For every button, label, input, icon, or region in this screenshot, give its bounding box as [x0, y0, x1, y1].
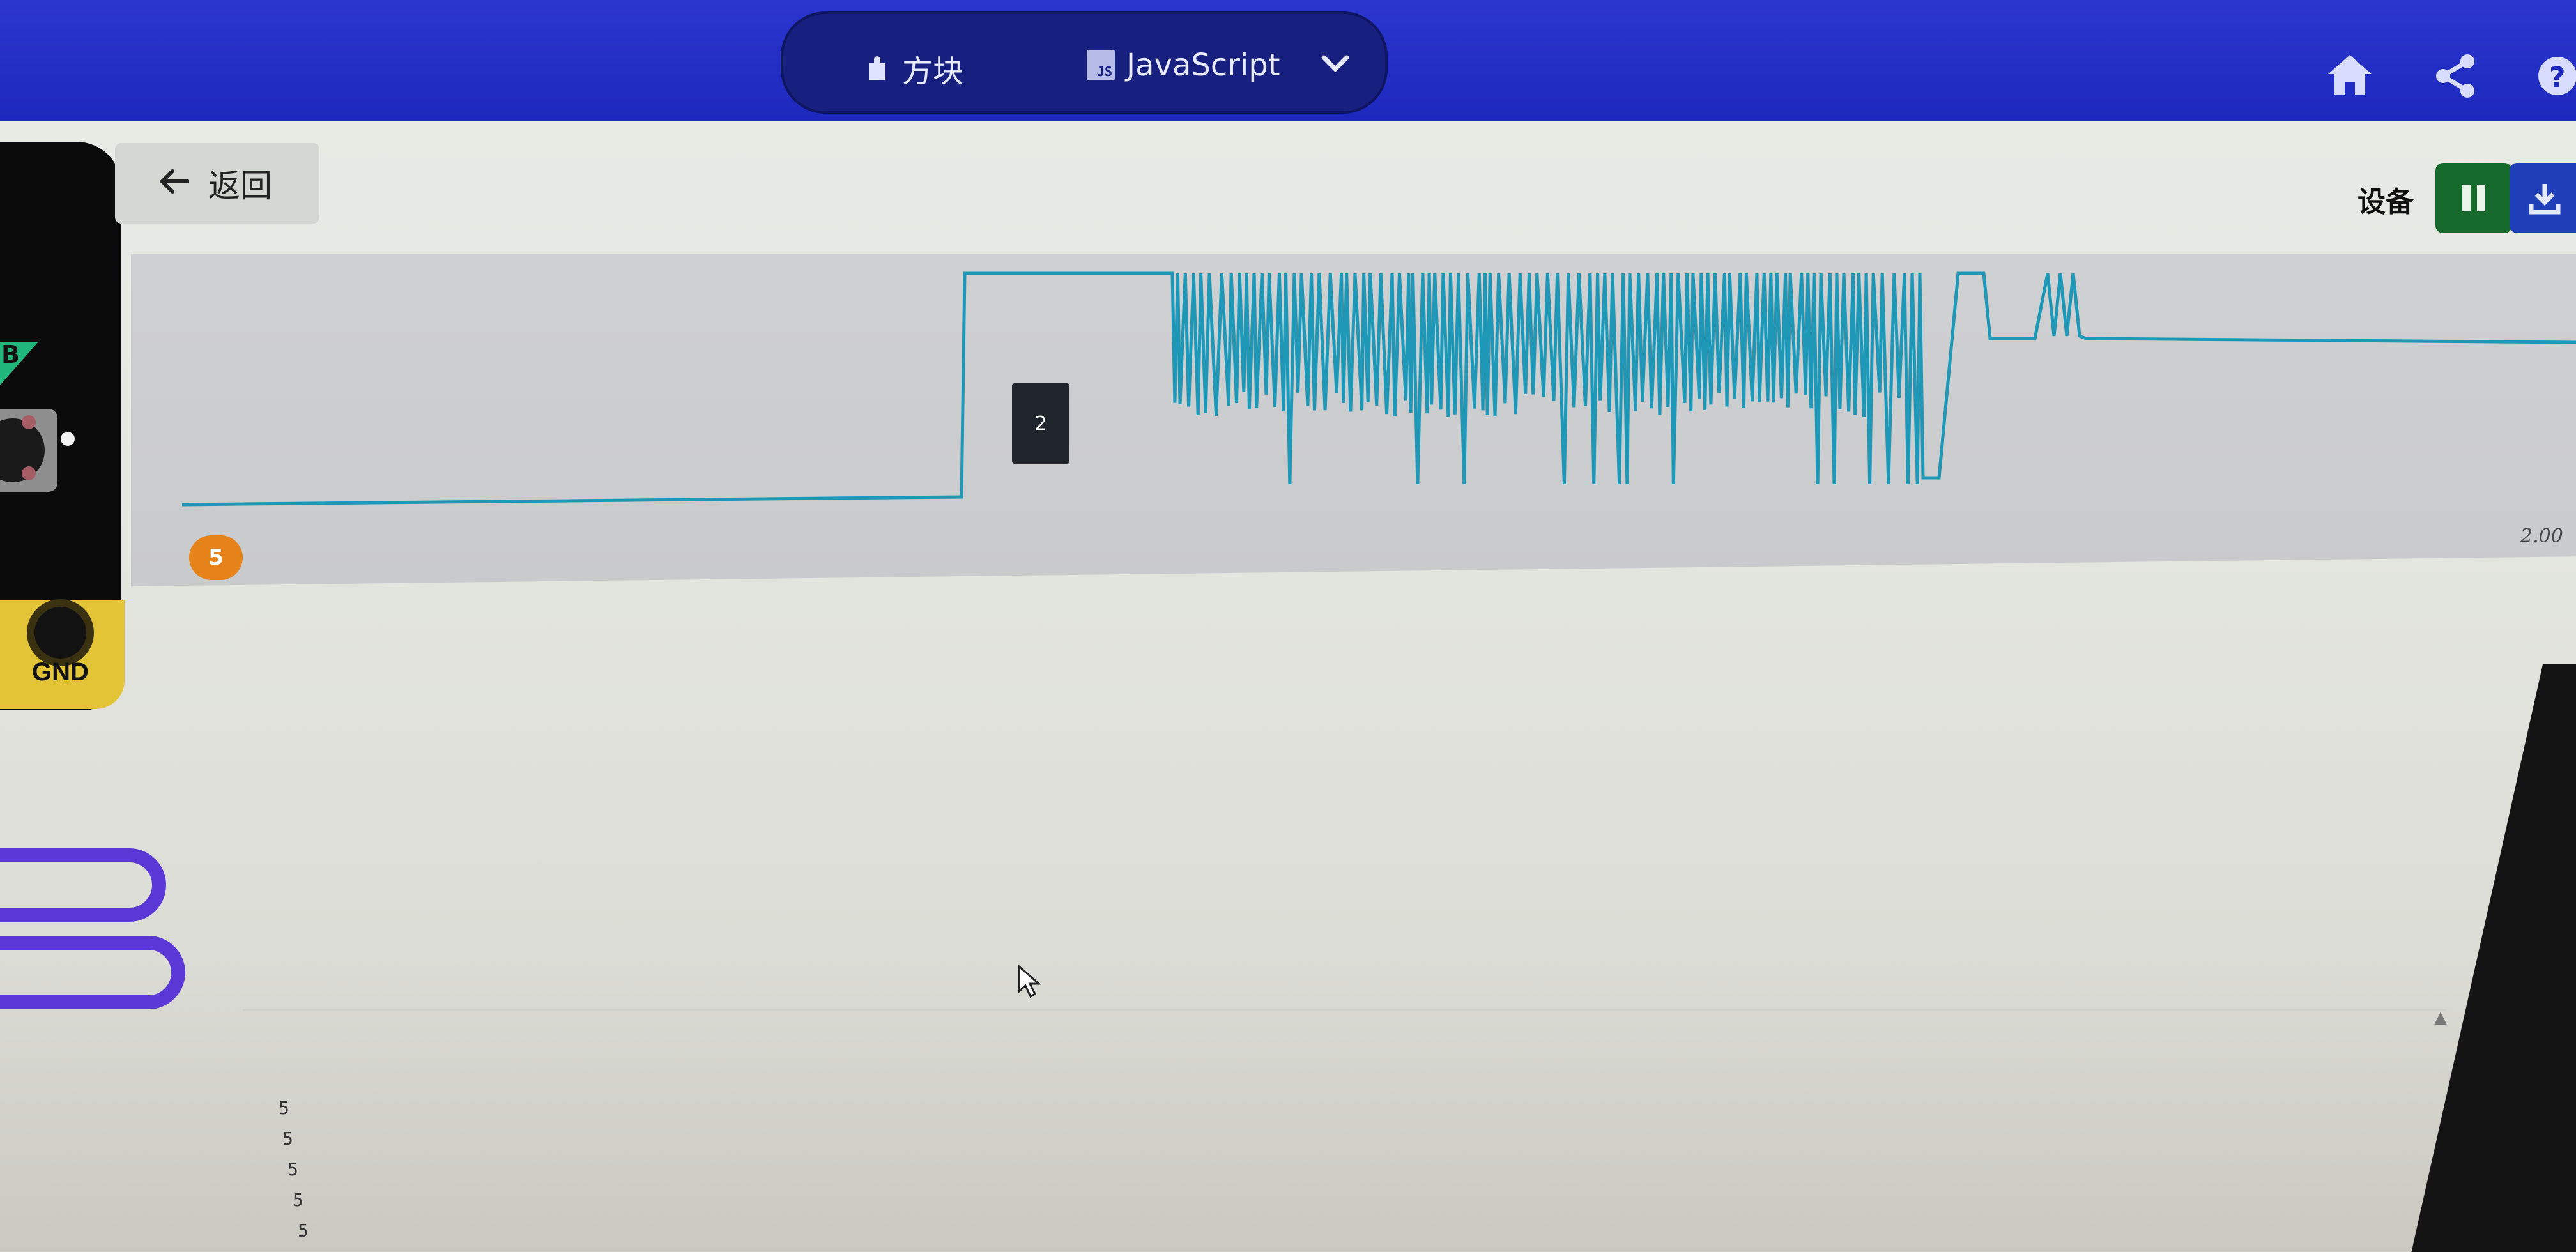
console-line: 5 [288, 1159, 298, 1180]
pause-button[interactable] [2435, 163, 2512, 233]
help-button[interactable]: ? [2536, 55, 2576, 100]
code-block[interactable] [0, 936, 185, 1009]
serial-chart [181, 271, 2576, 507]
chevron-down-icon [1321, 55, 1349, 72]
home-button[interactable] [2326, 52, 2374, 100]
svg-text:?: ? [2549, 61, 2566, 94]
download-button[interactable] [2510, 163, 2576, 233]
led-dot [61, 432, 75, 446]
home-icon [2328, 55, 2372, 95]
download-icon [2529, 184, 2561, 215]
console-line: 5 [279, 1097, 289, 1118]
help-icon: ? [2538, 57, 2576, 95]
button-screw-dot [22, 466, 36, 480]
mouse-cursor-icon [1017, 964, 1043, 1000]
tab-javascript-label: JavaScript [1126, 47, 1280, 83]
tab-blocks[interactable]: 方块 [866, 46, 963, 91]
arrow-left-icon [159, 165, 190, 202]
top-header: 方块 JS JavaScript ? [0, 0, 2576, 121]
console-scroll-up-icon[interactable]: ▲ [2434, 1008, 2447, 1027]
console-line: 5 [298, 1220, 309, 1241]
button-screw-dot [22, 415, 36, 429]
back-button-label: 返回 [208, 167, 272, 204]
console-line: 5 [282, 1128, 293, 1149]
chart-tooltip: 2 [1012, 383, 1070, 464]
console-line: 5 [293, 1189, 303, 1210]
gnd-pin[interactable] [27, 599, 94, 666]
language-dropdown-button[interactable] [1321, 54, 1349, 75]
share-icon [2436, 54, 2474, 98]
tab-blocks-label: 方块 [902, 54, 964, 89]
series-value-badge: 5 [189, 535, 243, 580]
pause-icon [2462, 185, 2485, 211]
gnd-pin-label: GND [32, 658, 89, 686]
editor-switcher: 方块 JS JavaScript [781, 11, 1388, 114]
monitor-bezel [2409, 664, 2576, 1252]
puzzle-icon [869, 56, 885, 80]
button-b-label: B [1, 340, 20, 369]
chart-max-label: 2.00 [2520, 525, 2563, 547]
back-button[interactable]: 返回 [115, 143, 319, 224]
serial-console[interactable] [243, 1009, 2447, 1252]
tab-javascript[interactable]: JS JavaScript [1087, 47, 1280, 83]
share-button[interactable] [2434, 54, 2476, 101]
serial-chart-panel [131, 254, 2576, 586]
device-label: 设备 [2358, 186, 2414, 218]
code-block[interactable] [0, 848, 166, 922]
js-icon: JS [1087, 50, 1115, 80]
serial-series-line [181, 271, 2576, 507]
